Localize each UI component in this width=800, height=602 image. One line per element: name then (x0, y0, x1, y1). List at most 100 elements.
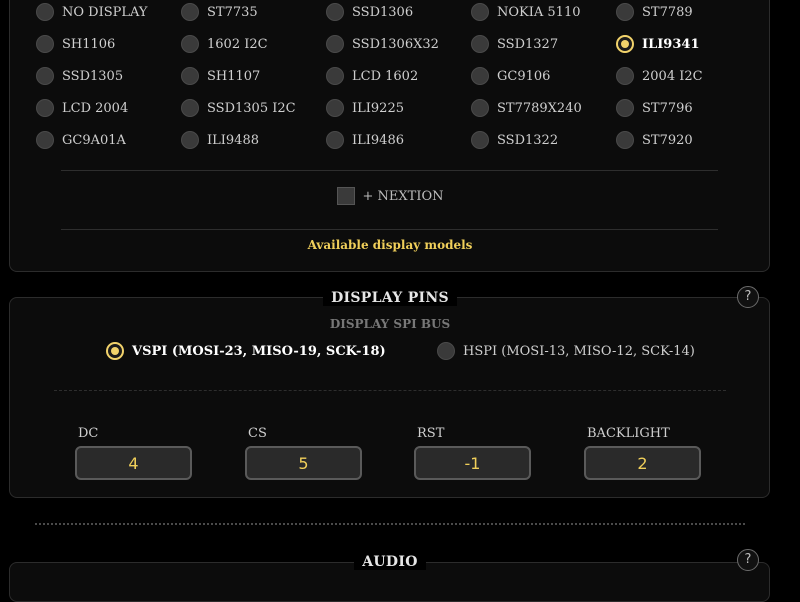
display-model-label: SSD1322 (497, 132, 559, 148)
display-model-option[interactable]: LCD 1602 (326, 67, 418, 85)
spi-bus-title: DISPLAY SPI BUS (329, 317, 451, 331)
display-model-option[interactable]: NOKIA 5110 (471, 3, 580, 21)
radio-button[interactable] (181, 35, 199, 53)
display-model-option[interactable]: GC9A01A (36, 131, 126, 149)
radio-button[interactable] (181, 99, 199, 117)
radio-button[interactable] (471, 67, 489, 85)
backlight-input[interactable] (584, 446, 701, 480)
cs-label: CS (248, 426, 267, 441)
display-model-label: ILI9225 (352, 100, 404, 116)
rst-input[interactable] (414, 446, 531, 480)
display-model-label: ST7789 (642, 4, 693, 20)
display-model-label: ILI9486 (352, 132, 404, 148)
divider (54, 390, 726, 391)
radio-button[interactable] (326, 67, 344, 85)
radio-button[interactable] (181, 131, 199, 149)
display-model-option[interactable]: SH1107 (181, 67, 260, 85)
display-model-label: SSD1305 I2C (207, 100, 296, 116)
dc-input[interactable] (75, 446, 192, 480)
radio-button[interactable] (616, 67, 634, 85)
radio-button[interactable] (36, 3, 54, 21)
display-model-option[interactable]: 2004 I2C (616, 67, 703, 85)
radio-button[interactable] (326, 35, 344, 53)
cs-input[interactable] (245, 446, 362, 480)
display-model-option[interactable]: SH1106 (36, 35, 115, 53)
radio-button[interactable] (471, 99, 489, 117)
vspi-label: VSPI (MOSI-23, MISO-19, SCK-18) (132, 343, 386, 359)
radio-button[interactable] (616, 35, 634, 53)
display-model-label: ST7735 (207, 4, 258, 20)
section-separator (35, 523, 745, 525)
display-model-option[interactable]: ILI9225 (326, 99, 404, 117)
radio-button[interactable] (326, 99, 344, 117)
display-model-label: LCD 1602 (352, 68, 419, 84)
radio-button[interactable] (471, 131, 489, 149)
display-model-option[interactable]: NO DISPLAY (36, 3, 147, 21)
display-model-option[interactable]: GC9106 (471, 67, 550, 85)
radio-button[interactable] (181, 67, 199, 85)
display-model-label: GC9106 (497, 68, 551, 84)
rst-label: RST (417, 426, 445, 441)
hspi-label: HSPI (MOSI-13, MISO-12, SCK-14) (463, 343, 695, 359)
display-model-label: SSD1305 (62, 68, 124, 84)
hspi-radio[interactable]: HSPI (MOSI-13, MISO-12, SCK-14) (437, 342, 695, 360)
radio-button[interactable] (181, 3, 199, 21)
display-model-option[interactable]: SSD1305 I2C (181, 99, 296, 117)
audio-title: AUDIO (0, 554, 780, 570)
radio-button[interactable] (36, 35, 54, 53)
radio-button[interactable] (36, 131, 54, 149)
backlight-label: BACKLIGHT (587, 426, 670, 441)
display-model-option[interactable]: ST7789 (616, 3, 693, 21)
radio-button[interactable] (36, 99, 54, 117)
display-model-label: SH1106 (62, 36, 116, 52)
display-model-option[interactable]: SSD1305 (36, 67, 123, 85)
display-model-label: GC9A01A (62, 132, 126, 148)
display-model-label: SSD1306X32 (352, 36, 439, 52)
display-model-option[interactable]: LCD 2004 (36, 99, 128, 117)
divider (61, 170, 718, 171)
display-model-label: NOKIA 5110 (497, 4, 581, 20)
display-models-caption: Available display models (307, 238, 473, 252)
nextion-checkbox[interactable] (336, 187, 355, 205)
radio-button[interactable] (471, 3, 489, 21)
radio-button[interactable] (616, 131, 634, 149)
radio-button[interactable] (471, 35, 489, 53)
display-model-option[interactable]: 1602 I2C (181, 35, 268, 53)
radio-button[interactable] (36, 67, 54, 85)
display-model-option[interactable]: ILI9488 (181, 131, 259, 149)
radio-button[interactable] (106, 342, 124, 360)
display-model-option[interactable]: ST7796 (616, 99, 693, 117)
audio-help-button[interactable]: ? (737, 549, 759, 571)
display-model-label: SSD1327 (497, 36, 559, 52)
display-model-option[interactable]: SSD1322 (471, 131, 558, 149)
radio-button[interactable] (437, 342, 455, 360)
display-model-option[interactable]: ST7920 (616, 131, 693, 149)
display-model-option[interactable]: ILI9341 (616, 35, 699, 53)
radio-button[interactable] (326, 3, 344, 21)
radio-button[interactable] (616, 99, 634, 117)
display-model-label: SSD1306 (352, 4, 414, 20)
display-model-label: SH1107 (207, 68, 261, 84)
radio-button[interactable] (326, 131, 344, 149)
divider (61, 229, 718, 230)
display-pins-help-button[interactable]: ? (737, 286, 759, 308)
nextion-label: + NEXTION (362, 188, 444, 204)
display-model-option[interactable]: SSD1306 (326, 3, 413, 21)
vspi-radio[interactable]: VSPI (MOSI-23, MISO-19, SCK-18) (106, 342, 386, 360)
display-model-option[interactable]: ST7789X240 (471, 99, 582, 117)
display-model-label: NO DISPLAY (62, 4, 148, 20)
display-model-option[interactable]: ST7735 (181, 3, 258, 21)
display-model-label: ST7920 (642, 132, 693, 148)
display-model-option[interactable]: SSD1327 (471, 35, 558, 53)
display-pins-title: DISPLAY PINS (0, 290, 780, 306)
display-model-label: ILI9341 (642, 36, 700, 52)
nextion-option[interactable]: + NEXTION (0, 187, 780, 205)
display-model-label: ST7789X240 (497, 100, 582, 116)
display-model-option[interactable]: SSD1306X32 (326, 35, 439, 53)
display-model-option[interactable]: ILI9486 (326, 131, 404, 149)
display-model-label: ILI9488 (207, 132, 259, 148)
display-model-label: LCD 2004 (62, 100, 129, 116)
radio-button[interactable] (616, 3, 634, 21)
display-model-label: ST7796 (642, 100, 693, 116)
display-model-label: 2004 I2C (642, 68, 703, 84)
